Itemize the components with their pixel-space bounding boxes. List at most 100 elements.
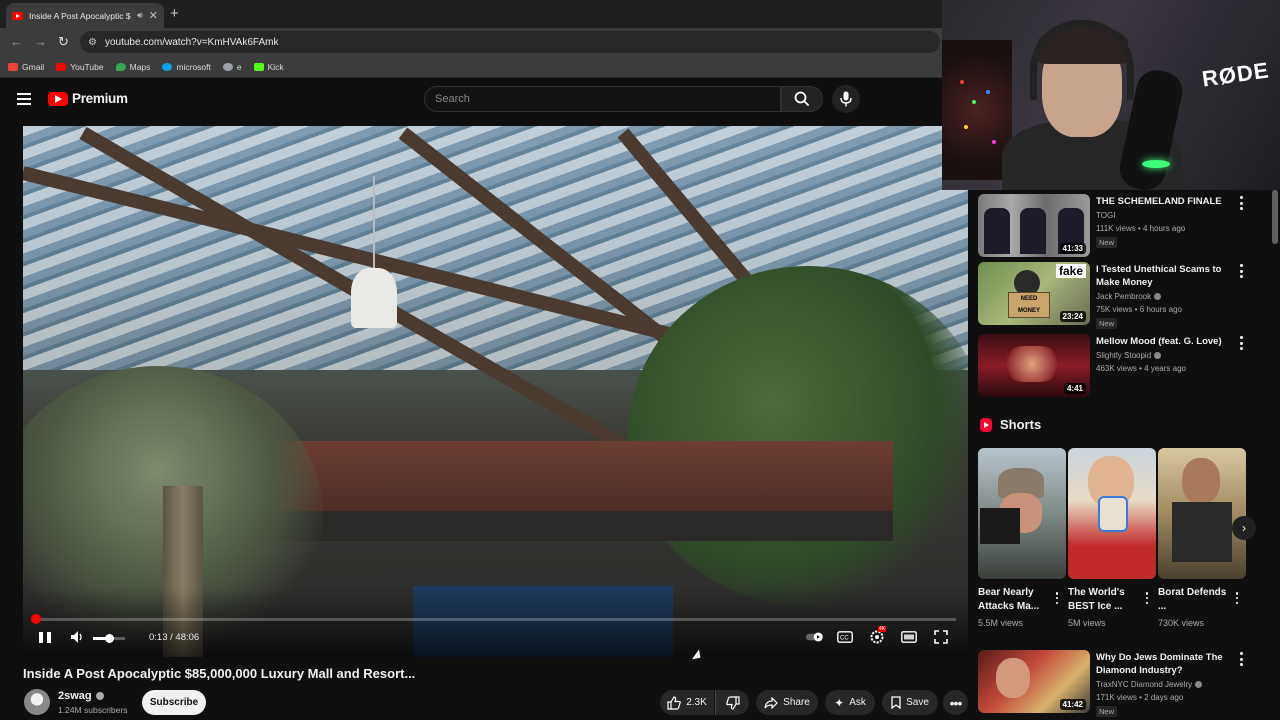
bookmark-e[interactable]: e <box>222 62 242 72</box>
more-vert-icon[interactable] <box>1236 336 1246 350</box>
more-vert-icon[interactable] <box>1054 592 1060 604</box>
tab-close-icon[interactable]: ✕ <box>149 9 158 22</box>
channel-name[interactable]: 2swag <box>58 690 104 702</box>
tree-foliage <box>628 266 968 606</box>
sidebar-scrollbar[interactable] <box>1272 190 1278 244</box>
video-meta: 111K views • 4 hours ago <box>1096 224 1186 233</box>
like-button[interactable]: 2.3K <box>660 690 714 715</box>
channel-avatar[interactable] <box>24 689 50 715</box>
youtube-premium-logo[interactable]: Premium <box>48 91 128 106</box>
browser-tab[interactable]: Inside A Post Apocalyptic $ 🔊︎ ✕ <box>6 3 164 28</box>
short-thumbnail[interactable] <box>978 448 1066 579</box>
reload-icon[interactable]: ↻ <box>58 34 69 50</box>
channel-name[interactable]: TOGI <box>1096 211 1115 220</box>
dislike-button[interactable] <box>715 690 749 715</box>
video-title[interactable]: THE SCHEMELAND FINALE <box>1096 195 1236 208</box>
recommended-video[interactable]: 4:41 Mellow Mood (feat. G. Love) Slightl… <box>978 330 1268 397</box>
channel-label: Slightly Stoopid <box>1096 351 1152 360</box>
url-bar[interactable]: ⚙︎ youtube.com/watch?v=KmHVAk6FAmk <box>80 31 940 53</box>
search-input[interactable] <box>425 87 780 111</box>
quality-badge: 4K <box>878 626 887 632</box>
channel-label: TraxNYC Diamond Jewelry <box>1096 680 1193 689</box>
search-icon <box>794 91 810 107</box>
hanging-lamp <box>351 268 397 328</box>
thumbs-up-icon <box>667 695 681 710</box>
short-card[interactable]: Bear Nearly Attacks Ma... 5.5M views <box>978 448 1066 630</box>
gmail-icon <box>8 62 18 71</box>
bookmark-maps[interactable]: Maps <box>115 61 151 72</box>
forward-arrow-icon[interactable]: → <box>34 34 47 49</box>
search-button[interactable] <box>781 86 823 112</box>
short-thumbnail[interactable] <box>1158 448 1246 579</box>
theater-mode-icon[interactable] <box>900 629 918 645</box>
back-arrow-icon[interactable]: ← <box>10 34 23 49</box>
new-tab-button[interactable]: + <box>170 5 179 22</box>
webcam-overlay: RØDE <box>942 0 1280 190</box>
recommended-video[interactable]: fake NEED MONEY 23:24 I Tested Unethical… <box>978 258 1268 329</box>
more-vert-icon[interactable] <box>1144 592 1150 604</box>
ask-button[interactable]: ✦ Ask <box>825 690 875 715</box>
share-button[interactable]: Share <box>756 690 818 715</box>
hamburger-menu-icon[interactable] <box>17 93 31 105</box>
bookmark-label: Maps <box>129 61 151 72</box>
subscriber-count: 1.24M subscribers <box>58 705 128 715</box>
more-actions-button[interactable]: ••• <box>943 690 968 715</box>
short-card[interactable]: Borat Defends ... 730K views <box>1158 448 1246 630</box>
short-title[interactable]: Borat Defends ... <box>1158 586 1230 614</box>
video-thumbnail[interactable]: 4:41 <box>978 334 1090 397</box>
video-title[interactable]: Mellow Mood (feat. G. Love) <box>1096 335 1236 348</box>
channel-name[interactable]: Slightly Stoopid <box>1096 351 1162 360</box>
speaker-icon[interactable]: 🔊︎ <box>137 10 143 21</box>
save-button[interactable]: Save <box>882 690 938 715</box>
short-title[interactable]: Bear Nearly Attacks Ma... <box>978 586 1050 614</box>
channel-name[interactable]: Jack Pembrook <box>1096 292 1162 301</box>
more-vert-icon[interactable] <box>1236 652 1246 666</box>
video-title[interactable]: Why Do Jews Dominate The Diamond Industr… <box>1096 651 1236 677</box>
pause-icon[interactable] <box>37 628 53 646</box>
tab-title: Inside A Post Apocalyptic $ <box>29 10 131 21</box>
video-meta: 463K views • 4 years ago <box>1096 364 1186 373</box>
voice-search-button[interactable] <box>832 85 860 113</box>
short-thumbnail[interactable] <box>1068 448 1156 579</box>
video-player[interactable]: 0:13 / 48:06 CC 4K <box>23 126 968 657</box>
volume-slider-knob[interactable] <box>105 634 114 643</box>
recommended-video[interactable]: 41:33 THE SCHEMELAND FINALE TOGI 111K vi… <box>978 190 1268 257</box>
bookmark-label: YouTube <box>70 61 104 72</box>
site-info-icon[interactable]: ⚙︎ <box>88 37 97 48</box>
captions-icon[interactable]: CC <box>836 629 854 645</box>
video-thumbnail[interactable]: fake NEED MONEY 23:24 <box>978 262 1090 325</box>
subscribe-button[interactable]: Subscribe <box>142 690 206 715</box>
short-views: 5M views <box>1068 618 1106 628</box>
channel-label: TOGI <box>1096 211 1116 220</box>
video-duration: 4:41 <box>1063 383 1086 394</box>
progress-bar[interactable] <box>35 618 956 621</box>
channel-name[interactable]: TraxNYC Diamond Jewelry <box>1096 680 1203 689</box>
recommended-video[interactable]: 41:42 Why Do Jews Dominate The Diamond I… <box>978 646 1268 717</box>
settings-gear-icon[interactable]: 4K <box>868 626 887 645</box>
more-vert-icon[interactable] <box>1236 264 1246 278</box>
bookmark-microsoft[interactable]: microsoft <box>162 62 211 72</box>
bookmark-gmail[interactable]: Gmail <box>8 62 44 72</box>
verified-check-icon <box>1154 293 1162 300</box>
video-thumbnail[interactable]: 41:42 <box>978 650 1090 713</box>
youtube-logo-icon <box>48 91 68 106</box>
fullscreen-icon[interactable] <box>932 629 950 645</box>
new-badge: New <box>1096 318 1118 329</box>
channel-name-text: 2swag <box>58 690 92 702</box>
volume-icon[interactable] <box>69 628 85 646</box>
share-arrow-icon <box>764 696 779 709</box>
lamp-cord <box>373 176 375 268</box>
more-vert-icon[interactable] <box>1234 592 1240 604</box>
tree-light <box>964 125 968 129</box>
short-card[interactable]: The World's BEST Ice ... 5M views <box>1068 448 1156 630</box>
youtube-icon <box>56 62 67 71</box>
video-title[interactable]: I Tested Unethical Scams to Make Money <box>1096 263 1236 289</box>
progress-scrubber[interactable] <box>31 614 41 624</box>
video-thumbnail[interactable]: 41:33 <box>978 194 1090 257</box>
more-vert-icon[interactable] <box>1236 196 1246 210</box>
short-title[interactable]: The World's BEST Ice ... <box>1068 586 1140 614</box>
autoplay-toggle-icon[interactable] <box>806 629 824 645</box>
bookmark-kick[interactable]: Kick <box>253 62 284 72</box>
bookmark-youtube[interactable]: YouTube <box>56 61 104 72</box>
chevron-right-icon[interactable]: › <box>1232 516 1256 540</box>
